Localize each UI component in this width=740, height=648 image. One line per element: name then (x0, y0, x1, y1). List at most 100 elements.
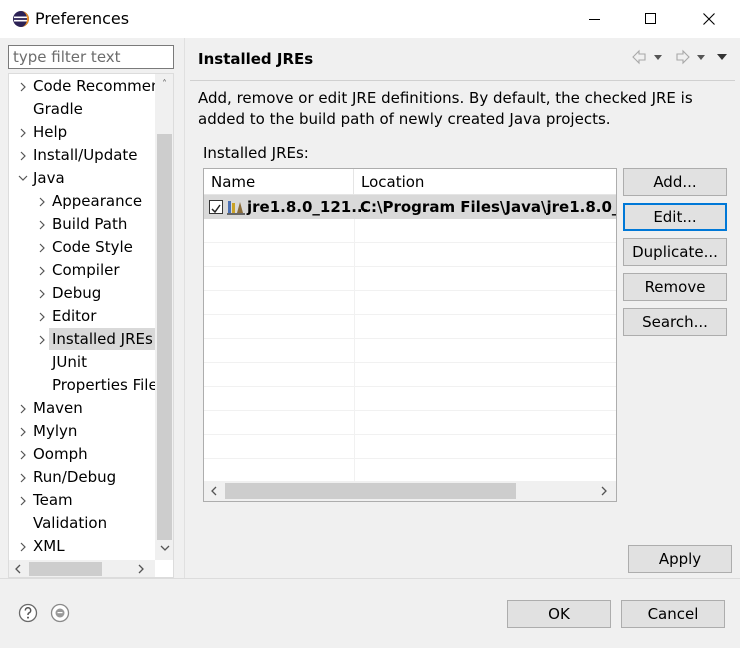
window-title: Preferences (35, 9, 130, 28)
tree-item-build-path[interactable]: Build Path (9, 213, 155, 236)
forward-dropdown-icon[interactable] (697, 55, 705, 60)
tree-item-label: Oomph (33, 445, 88, 463)
preference-tree[interactable]: Code Recommenders Gradle Help Install/Updat… (8, 73, 174, 578)
maximize-icon (645, 13, 656, 24)
duplicate-button[interactable]: Duplicate... (623, 238, 727, 266)
ok-button[interactable]: OK (507, 600, 611, 628)
minimize-button[interactable] (566, 0, 624, 38)
chevron-right-icon[interactable] (36, 213, 48, 236)
chevron-right-icon[interactable] (17, 535, 29, 558)
tree-item-label: Editor (52, 307, 97, 325)
pane-divider[interactable] (184, 38, 185, 578)
chevron-right-icon[interactable] (36, 305, 48, 328)
tree-item-label: Team (33, 491, 73, 509)
chevron-right-icon[interactable] (17, 397, 29, 420)
filter-input[interactable] (8, 45, 174, 69)
tree-vertical-scrollbar[interactable]: ˄ (155, 74, 173, 560)
jre-checkbox[interactable] (209, 200, 223, 214)
help-icon[interactable] (18, 603, 38, 623)
apply-button[interactable]: Apply (628, 545, 732, 573)
chevron-right-icon[interactable] (17, 144, 29, 167)
tree-item-label: Run/Debug (33, 468, 117, 486)
tree-item-label: Build Path (52, 215, 128, 233)
table-empty-row (204, 387, 616, 411)
edit-button[interactable]: Edit... (623, 203, 727, 231)
tree-item-junit[interactable]: JUnit (9, 351, 155, 374)
scroll-left-icon[interactable] (12, 563, 22, 575)
table-empty-row (204, 435, 616, 459)
jre-name-cell: jre1.8.0_121... (247, 198, 369, 216)
tree-item-help[interactable]: Help (9, 121, 155, 144)
maximize-button[interactable] (622, 0, 680, 38)
column-header-location[interactable]: Location (354, 169, 616, 195)
tree-item-label: Maven (33, 399, 83, 417)
chevron-right-icon[interactable] (17, 75, 29, 98)
tree-item-code-recommenders[interactable]: Code Recommenders (9, 75, 155, 98)
view-menu-icon[interactable] (717, 54, 727, 60)
tree-item-installed-jres[interactable]: Installed JREs (9, 328, 155, 351)
search-button[interactable]: Search... (623, 308, 727, 336)
tree-item-label: Java (33, 169, 65, 187)
chevron-right-icon[interactable] (17, 466, 29, 489)
scroll-left-icon[interactable] (208, 485, 218, 497)
page-title: Installed JREs (198, 50, 314, 68)
column-separator (354, 195, 355, 481)
tree-item-label: Compiler (52, 261, 120, 279)
scroll-right-icon[interactable] (136, 563, 146, 575)
header-separator (190, 80, 735, 81)
close-button[interactable] (680, 0, 738, 38)
chevron-right-icon[interactable] (36, 282, 48, 305)
tree-hscroll-thumb[interactable] (29, 562, 102, 576)
tree-item-mylyn[interactable]: Mylyn (9, 420, 155, 443)
tree-item-properties-files-editor[interactable]: Properties Files Editor (9, 374, 155, 397)
tree-item-gradle[interactable]: Gradle (9, 98, 155, 121)
chevron-right-icon[interactable] (17, 420, 29, 443)
table-row[interactable]: jre1.8.0_121... C:\Program Files\Java\jr… (204, 195, 616, 219)
scroll-right-icon[interactable] (599, 485, 609, 497)
back-arrow-icon[interactable] (632, 49, 646, 65)
tree-item-team[interactable]: Team (9, 489, 155, 512)
column-header-name[interactable]: Name (204, 169, 354, 195)
cancel-button[interactable]: Cancel (621, 600, 725, 628)
tree-item-validation[interactable]: Validation (9, 512, 155, 535)
add-button[interactable]: Add... (623, 168, 727, 196)
table-hscroll-thumb[interactable] (225, 483, 516, 499)
tree-item-label: JUnit (52, 353, 87, 371)
tree-item-label: Properties Files Editor (52, 376, 155, 394)
tree-item-oomph[interactable]: Oomph (9, 443, 155, 466)
chevron-right-icon[interactable] (36, 328, 48, 351)
tip-icon[interactable] (50, 603, 70, 623)
tree-item-label: Code Style (52, 238, 133, 256)
scroll-down-icon[interactable] (158, 542, 171, 554)
chevron-right-icon[interactable] (36, 236, 48, 259)
table-empty-row (204, 219, 616, 243)
installed-jres-table[interactable]: Name Location jre1.8.0_121... C:\Program… (203, 168, 617, 502)
tree-item-debug[interactable]: Debug (9, 282, 155, 305)
tree-item-java[interactable]: Java (9, 167, 155, 190)
tree-item-maven[interactable]: Maven (9, 397, 155, 420)
tree-item-code-style[interactable]: Code Style (9, 236, 155, 259)
tree-item-run-debug[interactable]: Run/Debug (9, 466, 155, 489)
table-horizontal-scrollbar[interactable] (204, 481, 616, 501)
jre-library-icon (227, 199, 245, 215)
tree-item-appearance[interactable]: Appearance (9, 190, 155, 213)
tree-item-install-update[interactable]: Install/Update (9, 144, 155, 167)
chevron-right-icon[interactable] (17, 489, 29, 512)
chevron-right-icon[interactable] (17, 443, 29, 466)
page-description: Add, remove or edit JRE definitions. By … (198, 89, 693, 128)
chevron-down-icon[interactable] (17, 167, 29, 190)
forward-arrow-icon[interactable] (676, 49, 690, 65)
chevron-right-icon[interactable] (36, 190, 48, 213)
tree-item-compiler[interactable]: Compiler (9, 259, 155, 282)
tree-item-editor[interactable]: Editor (9, 305, 155, 328)
tree-horizontal-scrollbar[interactable] (9, 560, 155, 577)
scroll-up-icon[interactable]: ˄ (158, 78, 171, 90)
back-dropdown-icon[interactable] (654, 55, 662, 60)
tree-item-label: Mylyn (33, 422, 78, 440)
chevron-right-icon[interactable] (17, 121, 29, 144)
table-empty-row (204, 339, 616, 363)
chevron-right-icon[interactable] (36, 259, 48, 282)
tree-vscroll-thumb[interactable] (157, 134, 172, 540)
tree-item-xml[interactable]: XML (9, 535, 155, 558)
remove-button[interactable]: Remove (623, 273, 727, 301)
